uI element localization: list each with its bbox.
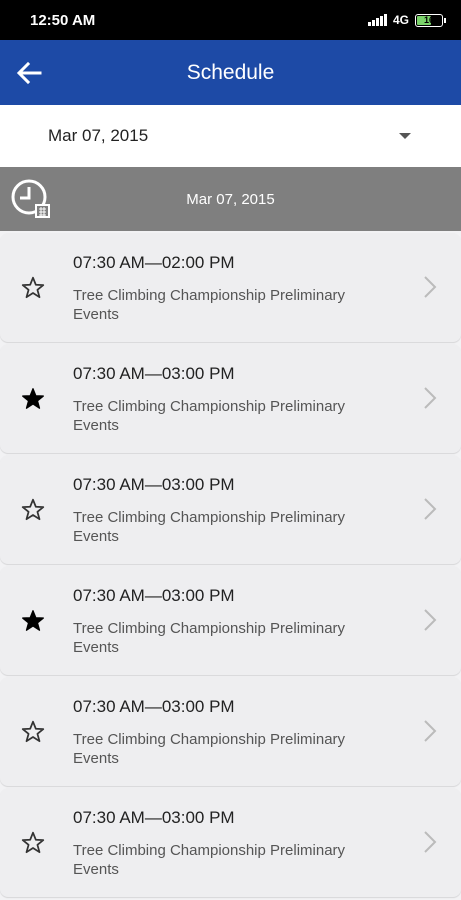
battery-icon: 16 bbox=[415, 13, 446, 27]
event-card[interactable]: 07:30 AM—03:00 PM Tree Climbing Champion… bbox=[0, 677, 461, 786]
event-title: Tree Climbing Championship Preliminary E… bbox=[73, 842, 346, 878]
chevron-right-icon bbox=[424, 498, 437, 520]
event-title: Tree Climbing Championship Preliminary E… bbox=[73, 287, 346, 323]
event-title: Tree Climbing Championship Preliminary E… bbox=[73, 620, 346, 656]
status-bar: 12:50 AM 4G 16 bbox=[0, 0, 461, 40]
event-card[interactable]: 07:30 AM—03:00 PM Tree Climbing Champion… bbox=[0, 455, 461, 564]
section-date: Mar 07, 2015 bbox=[186, 190, 275, 208]
event-time: 07:30 AM—03:00 PM bbox=[73, 475, 235, 494]
star-outline-icon[interactable] bbox=[20, 275, 46, 301]
star-outline-icon[interactable] bbox=[20, 497, 46, 523]
event-time: 07:30 AM—03:00 PM bbox=[73, 364, 235, 383]
event-time: 07:30 AM—02:00 PM bbox=[73, 253, 235, 272]
event-time: 07:30 AM—03:00 PM bbox=[73, 586, 235, 605]
chevron-right-icon bbox=[424, 387, 437, 409]
status-indicators: 4G 16 bbox=[367, 13, 446, 27]
event-card[interactable]: 07:30 AM—02:00 PM Tree Climbing Champion… bbox=[0, 233, 461, 342]
network-type: 4G bbox=[392, 13, 409, 27]
date-dropdown-value: Mar 07, 2015 bbox=[48, 126, 149, 145]
event-time: 07:30 AM—03:00 PM bbox=[73, 697, 235, 716]
app-bar: Schedule bbox=[0, 40, 461, 105]
star-outline-icon[interactable] bbox=[20, 830, 46, 856]
section-header: Mar 07, 2015 bbox=[0, 167, 461, 231]
event-list: 07:30 AM—02:00 PM Tree Climbing Champion… bbox=[0, 233, 461, 899]
page-title: Schedule bbox=[186, 60, 275, 84]
chevron-right-icon bbox=[424, 831, 437, 853]
dropdown-caret-icon bbox=[399, 133, 411, 139]
clock-calendar-icon bbox=[11, 179, 50, 218]
signal-icon bbox=[367, 14, 387, 26]
date-dropdown[interactable]: Mar 07, 2015 bbox=[0, 105, 461, 167]
chevron-right-icon bbox=[424, 276, 437, 298]
back-button[interactable] bbox=[12, 56, 46, 90]
event-time: 07:30 AM—03:00 PM bbox=[73, 808, 235, 827]
event-title: Tree Climbing Championship Preliminary E… bbox=[73, 509, 346, 545]
event-title: Tree Climbing Championship Preliminary E… bbox=[73, 398, 346, 434]
event-card[interactable]: 07:30 AM—03:00 PM Tree Climbing Champion… bbox=[0, 344, 461, 453]
back-arrow-icon bbox=[16, 61, 42, 85]
event-title: Tree Climbing Championship Preliminary E… bbox=[73, 731, 346, 767]
chevron-right-icon bbox=[424, 609, 437, 631]
star-filled-icon[interactable] bbox=[20, 608, 46, 634]
event-card[interactable]: 07:30 AM—03:00 PM Tree Climbing Champion… bbox=[0, 566, 461, 675]
event-card[interactable]: 07:30 AM—03:00 PM Tree Climbing Champion… bbox=[0, 788, 461, 897]
star-outline-icon[interactable] bbox=[20, 719, 46, 745]
chevron-right-icon bbox=[424, 720, 437, 742]
battery-level: 16 bbox=[423, 15, 434, 25]
star-filled-icon[interactable] bbox=[20, 386, 46, 412]
status-time: 12:50 AM bbox=[30, 11, 96, 29]
